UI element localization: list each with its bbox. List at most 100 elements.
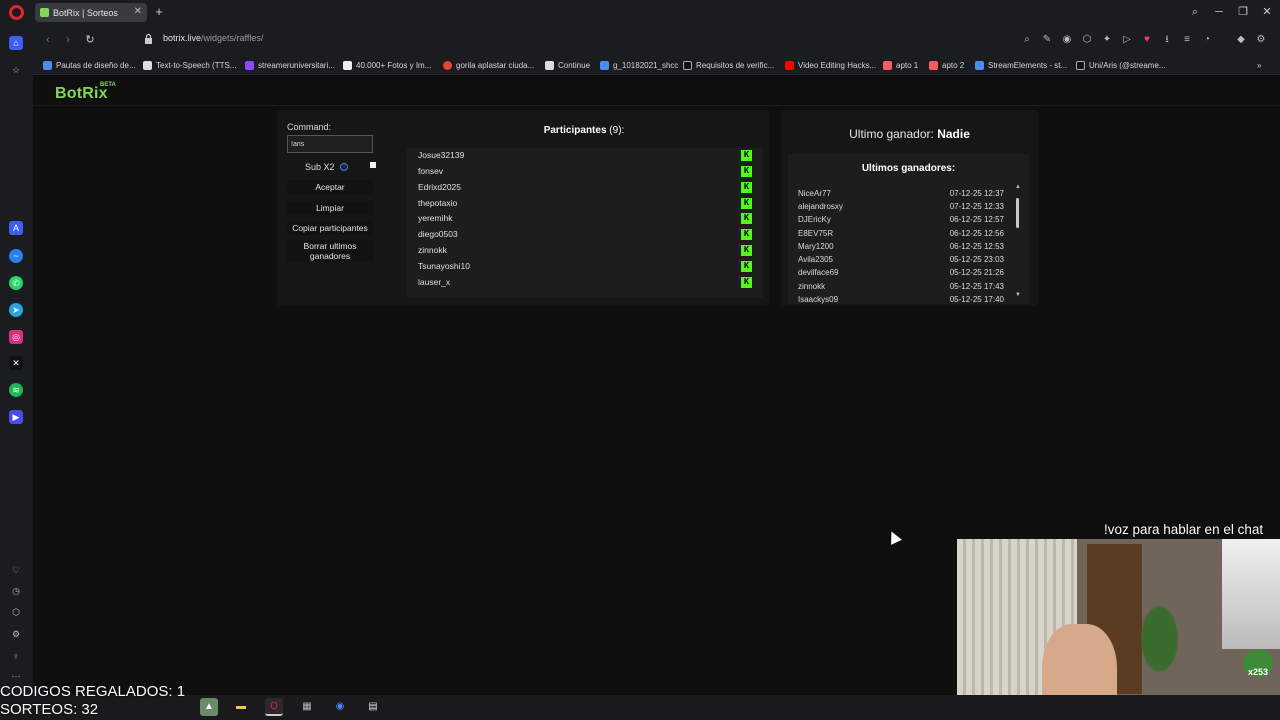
tab-close-icon[interactable]: ✕ — [134, 6, 142, 17]
search-tabs-icon[interactable]: ⌕ — [1187, 4, 1203, 20]
file-explorer-icon[interactable]: ▬ — [232, 698, 250, 716]
menu-icon[interactable]: ≡ — [1181, 34, 1193, 46]
instagram-icon[interactable]: ◎ — [9, 330, 23, 344]
winner-name: E8EV75R — [798, 229, 834, 238]
participants-count: (9): — [609, 125, 625, 136]
reload-icon[interactable]: ↻ — [83, 33, 97, 47]
opera-logo-icon[interactable] — [9, 5, 24, 20]
kick-icon: K — [741, 166, 752, 177]
bookmark-item[interactable]: 40.000+ Fotos y Im... — [343, 59, 431, 71]
spotify-icon[interactable]: ≋ — [9, 383, 23, 397]
delete-winners-button[interactable]: Borrar ultimos ganadores — [287, 240, 373, 262]
list-item[interactable]: fonsev K — [407, 164, 763, 180]
lightbulb-icon[interactable]: ♀ — [9, 649, 23, 663]
favorites-icon[interactable]: ♡ — [9, 563, 23, 577]
bookmark-item[interactable]: Uni/Aris (@streame... — [1076, 59, 1166, 71]
info-icon[interactable]: i — [340, 163, 348, 171]
participants-title-text: Participantes — [543, 125, 607, 136]
bookmark-item[interactable]: apto 1 — [883, 59, 918, 71]
bookmark-label: apto 2 — [942, 60, 965, 70]
winner-name: NiceAr77 — [798, 189, 831, 198]
bookmark-item[interactable]: Pautas de diseño de... — [43, 59, 136, 71]
wallet-icon[interactable]: ◆ — [1235, 34, 1247, 46]
winners-scrollbar[interactable]: ▲ ▼ — [1014, 184, 1022, 301]
heart-icon[interactable]: ♥ — [1141, 34, 1153, 46]
command-input[interactable] — [287, 135, 373, 153]
terminal-icon[interactable]: ▤ — [364, 698, 382, 716]
search-icon[interactable]: ⌕ — [1021, 34, 1033, 46]
bookmark-icon — [443, 60, 452, 70]
camera-icon[interactable]: ◉ — [1061, 34, 1073, 46]
bookmark-icon — [143, 60, 152, 70]
bookmark-item[interactable]: gorila aplastar ciuda... — [443, 59, 534, 71]
more-icon[interactable]: ⋯ — [9, 669, 23, 683]
list-item[interactable]: thepotaxio K — [407, 196, 763, 212]
bookmark-item[interactable]: streameruniversitari... — [245, 59, 335, 71]
new-tab-button[interactable]: + — [151, 4, 167, 20]
chrome-icon[interactable]: ◉ — [331, 698, 349, 716]
settings-gear-icon[interactable]: ⚙ — [9, 627, 23, 641]
list-item[interactable]: zinnokk K — [407, 243, 763, 259]
bookmarks-more-icon[interactable]: » — [1257, 59, 1261, 71]
taskbar: ▲ ▬ O ▦ ◉ ▤ — [0, 695, 1280, 720]
home-icon[interactable]: ⌂ — [9, 36, 23, 50]
bookmark-icon — [785, 60, 794, 70]
messenger-icon[interactable]: ~ — [9, 249, 23, 263]
kick-icon: K — [741, 150, 752, 161]
list-item[interactable]: lauser_x K — [407, 275, 763, 291]
x-icon[interactable]: ✕ — [9, 356, 23, 370]
bookmark-item[interactable]: StreamElements - st... — [975, 59, 1067, 71]
close-window-icon[interactable]: ✕ — [1259, 4, 1275, 20]
settings-icon[interactable]: ⚙ — [1255, 34, 1267, 46]
back-icon[interactable]: ‹ — [41, 33, 55, 47]
restore-icon[interactable]: ❐ — [1235, 4, 1251, 20]
list-item[interactable]: Edrixd2025 K — [407, 180, 763, 196]
player-icon[interactable]: ▶ — [9, 410, 23, 424]
sub-x2-checkbox[interactable] — [370, 162, 376, 168]
list-item[interactable]: Tsunayoshi10 K — [407, 259, 763, 275]
extensions-icon[interactable]: ✦ — [1101, 34, 1113, 46]
forward-icon[interactable]: › — [61, 33, 75, 47]
browser-tab-active[interactable]: BotRix | Sorteos ✕ — [35, 3, 147, 22]
winner-name: Mary1200 — [798, 242, 834, 251]
list-item[interactable]: diego0503 K — [407, 227, 763, 243]
raffles-counter: SORTEOS: 32 — [0, 701, 99, 718]
list-item[interactable]: yeremihk K — [407, 211, 763, 227]
list-item[interactable]: Josue32139 K — [407, 148, 763, 164]
star-icon[interactable]: ☆ — [9, 63, 23, 77]
bookmark-label: gorila aplastar ciuda... — [456, 60, 535, 70]
scrollbar-thumb[interactable] — [1016, 198, 1019, 228]
history-icon[interactable]: ◷ — [9, 584, 23, 598]
scroll-up-icon[interactable]: ▲ — [1014, 184, 1022, 190]
minimize-icon[interactable]: ─ — [1211, 4, 1227, 20]
kick-icon: K — [741, 261, 752, 272]
download-icon[interactable]: ⭳ — [1161, 34, 1173, 46]
forest-app-icon[interactable]: ▲ — [200, 698, 218, 716]
bookmark-label: Uni/Aris (@streame... — [1089, 60, 1166, 70]
accept-button[interactable]: Aceptar — [287, 180, 373, 194]
bookmark-item[interactable]: Video Editing Hacks... — [785, 59, 876, 71]
voice-command-hint: !voz para hablar en el chat — [1104, 522, 1264, 537]
app-icon[interactable]: ▦ — [298, 698, 316, 716]
clear-button[interactable]: Limpiar — [287, 201, 373, 215]
shield-icon[interactable]: ⬡ — [1081, 34, 1093, 46]
copy-participants-button[interactable]: Copiar participantes — [287, 221, 373, 235]
scroll-down-icon[interactable]: ▼ — [1014, 292, 1022, 298]
bookmark-item[interactable]: apto 2 — [929, 59, 964, 71]
bookmark-item[interactable]: Requisitos de verific... — [683, 59, 774, 71]
bookmark-item[interactable]: g_10182021_shcc — [600, 59, 678, 71]
whatsapp-icon[interactable]: ✆ — [9, 276, 23, 290]
last-winner-label: Ultimo ganador: — [849, 127, 934, 141]
bookmark-item[interactable]: Text-to-Speech (TTS... — [143, 59, 236, 71]
cube-icon[interactable]: ⬡ — [9, 605, 23, 619]
url-field[interactable]: botrix.live/widgets/raffles/ — [163, 33, 263, 43]
send-icon[interactable]: ▷ — [1121, 34, 1133, 46]
bookmark-item[interactable]: Continue — [545, 59, 590, 71]
profile-icon[interactable]: ◔ — [1201, 34, 1213, 46]
telegram-icon[interactable]: ➤ — [9, 303, 23, 317]
codes-counter: CODIGOS REGALADOS: 1 — [0, 683, 186, 700]
aria-icon[interactable]: A — [9, 221, 23, 235]
participants-title: Participantes (9): — [407, 125, 761, 136]
opera-taskbar-icon[interactable]: O — [265, 698, 283, 716]
edit-icon[interactable]: ✎ — [1041, 34, 1053, 46]
